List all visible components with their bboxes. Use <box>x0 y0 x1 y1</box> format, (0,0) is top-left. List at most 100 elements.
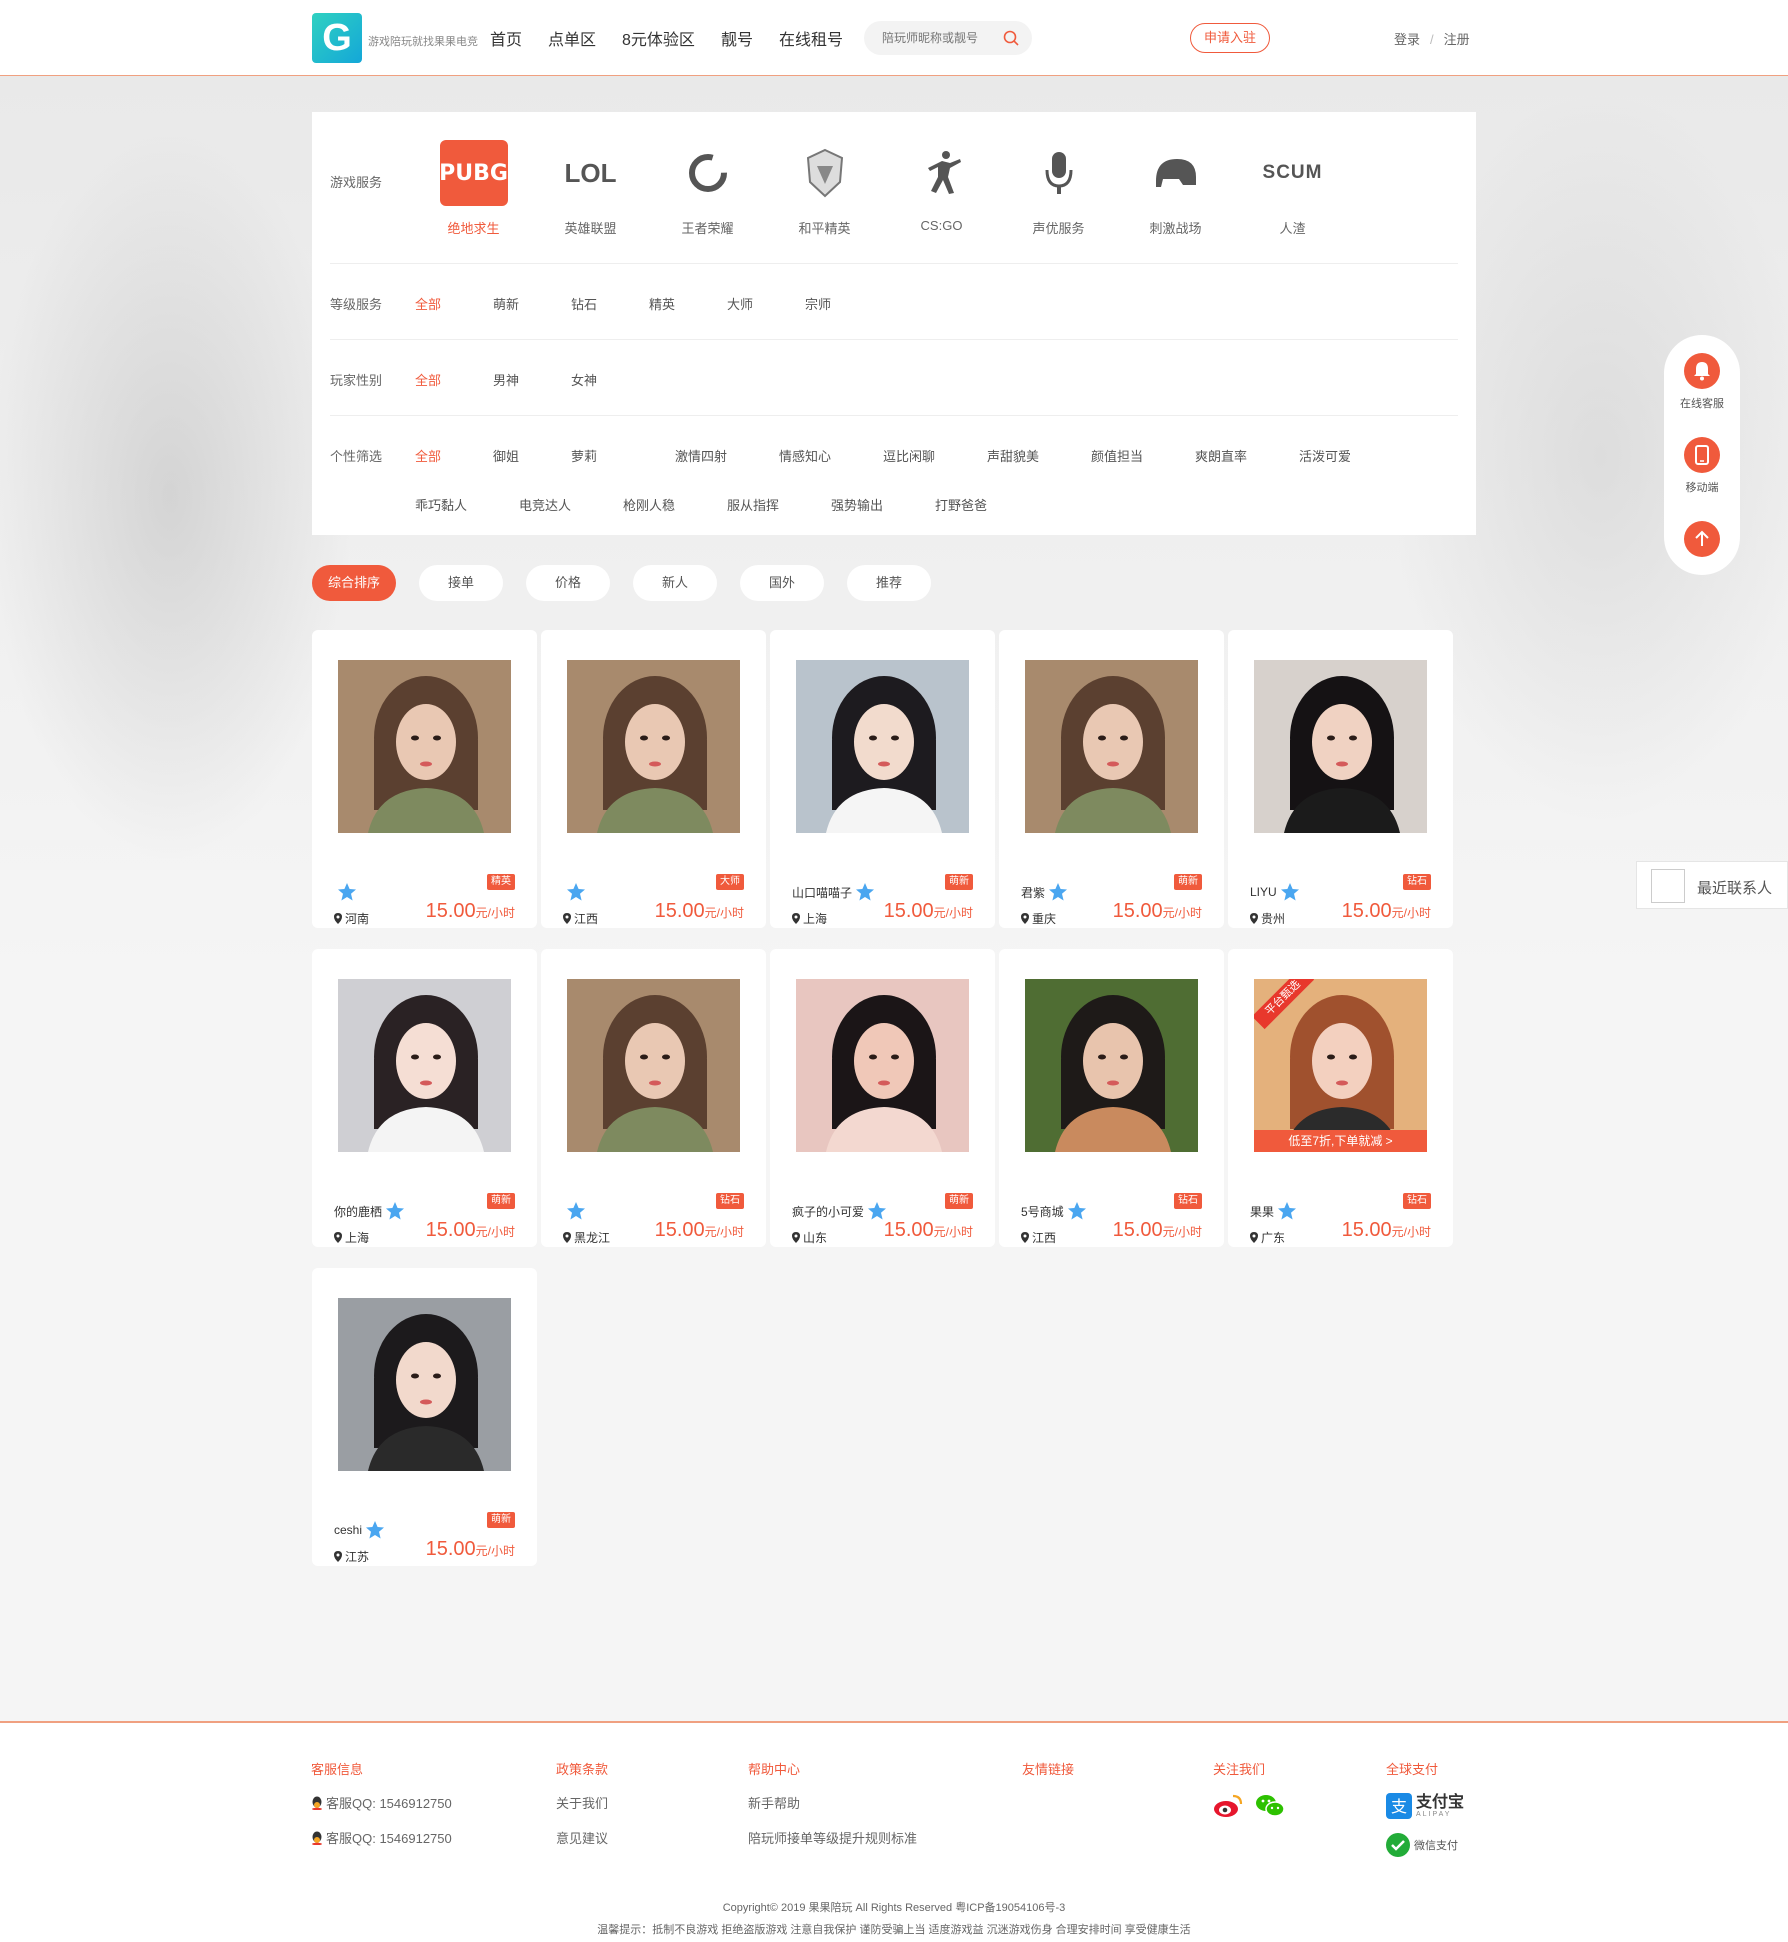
login-link[interactable]: 登录 <box>1394 32 1420 47</box>
price-value: 15.00 <box>654 900 705 922</box>
level-option[interactable]: 大师 <box>727 294 805 313</box>
portrait-illustration <box>338 1298 511 1471</box>
sort-tab-overseas[interactable]: 国外 <box>740 565 824 601</box>
sort-tab-overall[interactable]: 综合排序 <box>312 565 396 601</box>
price: 15.00元/小时 <box>1113 900 1202 923</box>
mobile-button[interactable]: 移动端 <box>1664 437 1740 495</box>
footer-feedback-link[interactable]: 意见建议 <box>556 1828 608 1847</box>
companion-card[interactable]: LIYU 钻石 贵州 15.00元/小时 <box>1228 630 1453 928</box>
level-option[interactable]: 全部 <box>415 294 493 313</box>
wechat-pay-icon <box>1386 1833 1410 1857</box>
register-link[interactable]: 注册 <box>1444 32 1470 47</box>
sort-tab-price[interactable]: 价格 <box>526 565 610 601</box>
personality-option[interactable]: 激情四射 <box>675 446 779 465</box>
apply-join-button[interactable]: 申请入驻 <box>1190 23 1270 53</box>
nav-home[interactable]: 首页 <box>490 26 522 50</box>
location-pin-icon <box>1250 1232 1258 1243</box>
personality-option[interactable]: 声甜貌美 <box>987 446 1091 465</box>
personality-option[interactable]: 活泼可爱 <box>1299 446 1403 465</box>
companion-photo[interactable] <box>1025 979 1198 1152</box>
site-logo[interactable]: G 游戏陪玩就找果果电竞 <box>312 13 478 63</box>
gender-option[interactable]: 全部 <box>415 370 493 389</box>
sort-tab-orders[interactable]: 接单 <box>419 565 503 601</box>
personality-option[interactable]: 爽朗直率 <box>1195 446 1299 465</box>
companion-photo[interactable] <box>338 660 511 833</box>
gender-row: 玩家性别 全部 男神 女神 <box>330 340 1458 416</box>
footer-qq-1[interactable]: 客服QQ: 1546912750 <box>311 1793 452 1812</box>
companion-photo[interactable] <box>1025 660 1198 833</box>
level-option[interactable]: 钻石 <box>571 294 649 313</box>
nav-order-zone[interactable]: 点单区 <box>548 26 596 50</box>
game-lol[interactable]: LOL 英雄联盟 <box>532 140 649 237</box>
companion-photo[interactable] <box>567 660 740 833</box>
search-input[interactable] <box>882 29 998 47</box>
recent-contacts-button[interactable]: 最近联系人 <box>1636 861 1788 909</box>
wechat-icon[interactable] <box>1255 1793 1285 1819</box>
footer-qq-2[interactable]: 客服QQ: 1546912750 <box>311 1828 452 1847</box>
gender-option[interactable]: 女神 <box>571 370 649 389</box>
sort-tab-recommended[interactable]: 推荐 <box>847 565 931 601</box>
scum-icon: SCUM <box>1262 162 1323 183</box>
companion-card[interactable]: 你的鹿栖 萌新 上海 15.00元/小时 <box>312 949 537 1247</box>
companion-photo[interactable] <box>338 1298 511 1471</box>
game-battlefield[interactable]: 刺激战场 <box>1117 140 1234 237</box>
companion-photo[interactable] <box>1254 660 1427 833</box>
companion-card[interactable]: 山口喵喵子 萌新 上海 15.00元/小时 <box>770 630 995 928</box>
level-option[interactable]: 精英 <box>649 294 727 313</box>
portrait-illustration <box>1025 660 1198 833</box>
personality-option[interactable]: 强势输出 <box>831 495 935 514</box>
companion-name-row: 疯子的小可爱 <box>792 1201 887 1221</box>
footer-help-column: 帮助中心 新手帮助 陪玩师接单等级提升规则标准 <box>748 1759 917 1863</box>
game-scum[interactable]: SCUM 人渣 <box>1234 140 1351 237</box>
back-to-top-button[interactable] <box>1664 521 1740 557</box>
companion-photo[interactable]: 平台甄选 低至7折,下单就减 > <box>1254 979 1427 1152</box>
game-pubg[interactable]: PUBG 绝地求生 <box>415 140 532 237</box>
search-icon[interactable] <box>1002 29 1020 47</box>
companion-photo[interactable] <box>338 979 511 1152</box>
csgo-icon <box>908 140 976 206</box>
game-honor-of-kings[interactable]: 王者荣耀 <box>649 140 766 237</box>
personality-option[interactable]: 枪刚人稳 <box>623 495 727 514</box>
nav-vanity-number[interactable]: 靓号 <box>721 26 753 50</box>
portrait-illustration <box>338 979 511 1152</box>
companion-photo[interactable] <box>567 979 740 1152</box>
level-option[interactable]: 萌新 <box>493 294 571 313</box>
personality-option[interactable]: 乖巧黏人 <box>415 495 519 514</box>
location-text: 上海 <box>803 912 828 926</box>
price-unit: 元/小时 <box>933 906 973 920</box>
footer-rules-link[interactable]: 陪玩师接单等级提升规则标准 <box>748 1828 917 1847</box>
companion-card[interactable]: 君紫 萌新 重庆 15.00元/小时 <box>999 630 1224 928</box>
personality-option[interactable]: 全部 <box>415 446 493 465</box>
companion-card[interactable]: 疯子的小可爱 萌新 山东 15.00元/小时 <box>770 949 995 1247</box>
online-service-button[interactable]: 在线客服 <box>1664 353 1740 411</box>
personality-option[interactable]: 打野爸爸 <box>935 495 1039 514</box>
gender-option[interactable]: 男神 <box>493 370 571 389</box>
companion-card[interactable]: 精英 河南 15.00元/小时 <box>312 630 537 928</box>
price-value: 15.00 <box>883 1219 934 1241</box>
personality-option[interactable]: 颜值担当 <box>1091 446 1195 465</box>
nav-trial-zone[interactable]: 8元体验区 <box>622 26 695 50</box>
personality-option[interactable]: 逗比闲聊 <box>883 446 987 465</box>
nav-account-rental[interactable]: 在线租号 <box>779 26 843 50</box>
personality-option[interactable]: 情感知心 <box>779 446 883 465</box>
companion-card[interactable]: 大师 江西 15.00元/小时 <box>541 630 766 928</box>
game-peace-elite[interactable]: 和平精英 <box>766 140 883 237</box>
game-csgo[interactable]: CS:GO <box>883 140 1000 237</box>
sort-tab-newcomer[interactable]: 新人 <box>633 565 717 601</box>
promo-banner[interactable]: 低至7折,下单就减 > <box>1254 1130 1427 1152</box>
weibo-icon[interactable] <box>1213 1793 1243 1819</box>
personality-option[interactable]: 御姐 <box>493 446 571 465</box>
personality-option[interactable]: 服从指挥 <box>727 495 831 514</box>
companion-photo[interactable] <box>796 979 969 1152</box>
game-voice-service[interactable]: 声优服务 <box>1000 140 1117 237</box>
companion-photo[interactable] <box>796 660 969 833</box>
companion-card[interactable]: 5号商城 钻石 江西 15.00元/小时 <box>999 949 1224 1247</box>
companion-card[interactable]: 钻石 黑龙江 15.00元/小时 <box>541 949 766 1247</box>
companion-card[interactable]: ceshi 萌新 江苏 15.00元/小时 <box>312 1268 537 1566</box>
level-option[interactable]: 宗师 <box>805 294 883 313</box>
companion-card[interactable]: 平台甄选 低至7折,下单就减 > 果果 钻石 广东 15.00元/小时 <box>1228 949 1453 1247</box>
personality-option[interactable]: 电竞达人 <box>519 495 623 514</box>
footer-newbie-link[interactable]: 新手帮助 <box>748 1793 917 1812</box>
personality-option[interactable]: 萝莉 <box>571 446 675 465</box>
footer-about-link[interactable]: 关于我们 <box>556 1793 608 1812</box>
